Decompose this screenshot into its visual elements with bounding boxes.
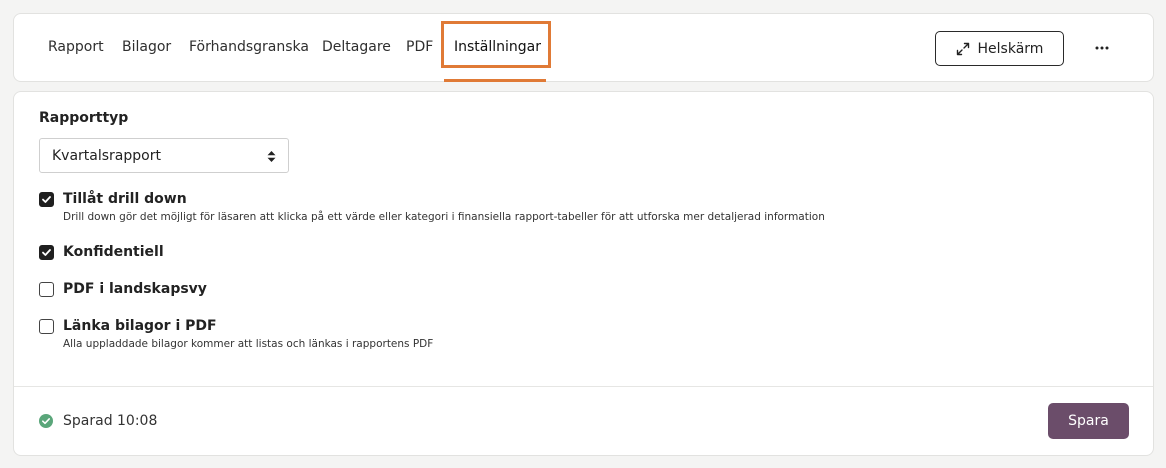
- tab-pdf[interactable]: PDF: [406, 39, 433, 55]
- tab-installningar[interactable]: Inställningar: [454, 39, 541, 55]
- save-status: Sparad 10:08: [39, 413, 157, 429]
- drill-down-label: Tillåt drill down: [63, 191, 187, 207]
- link-attachments-label: Länka bilagor i PDF: [63, 318, 217, 334]
- pdf-landscape-checkbox[interactable]: [39, 282, 54, 297]
- pdf-landscape-label: PDF i landskapsvy: [63, 281, 207, 297]
- active-tab-underline: [444, 79, 546, 82]
- tab-bilagor[interactable]: Bilagor: [122, 39, 171, 55]
- save-status-text: Sparad 10:08: [63, 413, 158, 429]
- link-attachments-description: Alla uppladdade bilagor kommer att lista…: [63, 338, 434, 350]
- report-type-select[interactable]: Kvartalsrapport: [39, 138, 289, 173]
- tab-rapport[interactable]: Rapport: [48, 39, 104, 55]
- report-type-value: Kvartalsrapport: [52, 147, 161, 164]
- fullscreen-button[interactable]: Helskärm: [935, 31, 1064, 66]
- link-attachments-checkbox[interactable]: [39, 319, 54, 334]
- tab-forhandsgranska[interactable]: Förhandsgranska: [189, 39, 309, 55]
- report-header: Rapport Bilagor Förhandsgranska Deltagar…: [13, 13, 1154, 82]
- footer-divider: [14, 386, 1153, 387]
- drill-down-description: Drill down gör det möjligt för läsaren a…: [63, 211, 825, 223]
- save-button[interactable]: Spara: [1048, 403, 1129, 439]
- confidential-checkbox[interactable]: [39, 245, 54, 260]
- more-options-button[interactable]: [1090, 34, 1114, 62]
- checkmark-icon: [42, 196, 51, 203]
- checkmark-icon: [42, 249, 51, 256]
- select-caret-icon: [267, 151, 276, 162]
- confidential-label: Konfidentiell: [63, 244, 164, 260]
- drill-down-checkbox[interactable]: [39, 192, 54, 207]
- tab-deltagare[interactable]: Deltagare: [322, 39, 391, 55]
- expand-arrows-icon: [956, 42, 969, 55]
- fullscreen-label: Helskärm: [977, 40, 1044, 57]
- check-circle-icon: [39, 414, 53, 428]
- more-horizontal-icon: [1095, 46, 1109, 50]
- report-type-label: Rapporttyp: [39, 110, 129, 126]
- settings-panel: Rapporttyp Kvartalsrapport Tillåt drill …: [13, 91, 1154, 456]
